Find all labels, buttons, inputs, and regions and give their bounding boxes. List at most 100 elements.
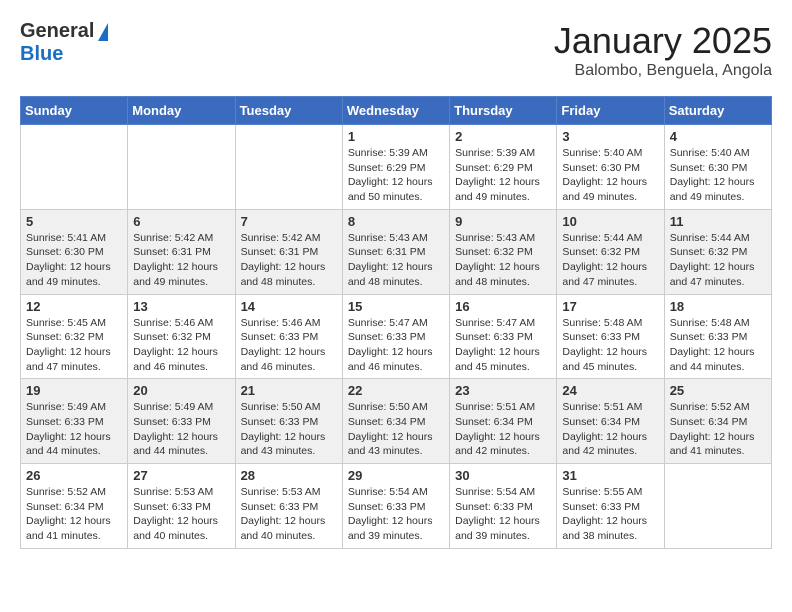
calendar-cell: 6 Sunrise: 5:42 AM Sunset: 6:31 PM Daylig…: [128, 209, 235, 294]
calendar-week-row: 1 Sunrise: 5:39 AM Sunset: 6:29 PM Daylig…: [21, 125, 772, 210]
day-info: Sunrise: 5:49 AM Sunset: 6:33 PM Dayligh…: [26, 400, 122, 459]
day-info: Sunrise: 5:55 AM Sunset: 6:33 PM Dayligh…: [562, 485, 658, 544]
calendar-cell: [235, 125, 342, 210]
logo: General Blue: [20, 20, 108, 66]
day-info: Sunrise: 5:45 AM Sunset: 6:32 PM Dayligh…: [26, 316, 122, 375]
col-header-friday: Friday: [557, 97, 664, 125]
calendar-cell: 24Sunrise: 5:51 AM Sunset: 6:34 PM Dayli…: [557, 379, 664, 464]
calendar-cell: 22 Sunrise: 5:50 AM Sunset: 6:34 PM Dayli…: [342, 379, 449, 464]
day-number: 15: [348, 299, 444, 314]
day-number: 2: [455, 129, 551, 144]
day-number: 4: [670, 129, 766, 144]
day-info: Sunrise: 5:54 AM Sunset: 6:33 PM Dayligh…: [348, 485, 444, 544]
day-info: Sunrise: 5:44 AM Sunset: 6:32 PM Dayligh…: [670, 231, 766, 290]
calendar-cell: 21Sunrise: 5:50 AM Sunset: 6:33 PM Dayli…: [235, 379, 342, 464]
day-info: Sunrise: 5:54 AM Sunset: 6:33 PM Dayligh…: [455, 485, 551, 544]
day-info: Sunrise: 5:43 AM Sunset: 6:32 PM Dayligh…: [455, 231, 551, 290]
day-number: 25: [670, 383, 766, 398]
day-info: Sunrise: 5:42 AM Sunset: 6:31 PM Dayligh…: [133, 231, 229, 290]
day-number: 10: [562, 214, 658, 229]
calendar-cell: 11 Sunrise: 5:44 AM Sunset: 6:32 PM Dayli…: [664, 209, 771, 294]
calendar-cell: 7 Sunrise: 5:42 AM Sunset: 6:31 PM Daylig…: [235, 209, 342, 294]
calendar-cell: 14 Sunrise: 5:46 AM Sunset: 6:33 PM Dayli…: [235, 294, 342, 379]
day-number: 26: [26, 468, 122, 483]
day-info: Sunrise: 5:53 AM Sunset: 6:33 PM Dayligh…: [133, 485, 229, 544]
day-number: 13: [133, 299, 229, 314]
day-number: 27: [133, 468, 229, 483]
calendar-cell: 16 Sunrise: 5:47 AM Sunset: 6:33 PM Dayli…: [450, 294, 557, 379]
day-number: 17: [562, 299, 658, 314]
day-info: Sunrise: 5:39 AM Sunset: 6:29 PM Dayligh…: [455, 146, 551, 205]
day-number: 19: [26, 383, 122, 398]
day-number: 14: [241, 299, 337, 314]
col-header-thursday: Thursday: [450, 97, 557, 125]
col-header-sunday: Sunday: [21, 97, 128, 125]
calendar-table: SundayMondayTuesdayWednesdayThursdayFrid…: [20, 96, 772, 549]
calendar-cell: 13Sunrise: 5:46 AM Sunset: 6:32 PM Dayli…: [128, 294, 235, 379]
calendar-cell: 8 Sunrise: 5:43 AM Sunset: 6:31 PM Daylig…: [342, 209, 449, 294]
calendar-cell: 4Sunrise: 5:40 AM Sunset: 6:30 PM Daylig…: [664, 125, 771, 210]
day-number: 3: [562, 129, 658, 144]
calendar-cell: 18 Sunrise: 5:48 AM Sunset: 6:33 PM Dayli…: [664, 294, 771, 379]
calendar-cell: 9Sunrise: 5:43 AM Sunset: 6:32 PM Daylig…: [450, 209, 557, 294]
day-info: Sunrise: 5:47 AM Sunset: 6:33 PM Dayligh…: [455, 316, 551, 375]
calendar-cell: 27 Sunrise: 5:53 AM Sunset: 6:33 PM Dayli…: [128, 464, 235, 549]
calendar-cell: 10 Sunrise: 5:44 AM Sunset: 6:32 PM Dayli…: [557, 209, 664, 294]
day-number: 11: [670, 214, 766, 229]
month-title: January 2025: [554, 20, 772, 62]
calendar-cell: 1 Sunrise: 5:39 AM Sunset: 6:29 PM Daylig…: [342, 125, 449, 210]
location-subtitle: Balombo, Benguela, Angola: [554, 62, 772, 80]
calendar-cell: [21, 125, 128, 210]
col-header-wednesday: Wednesday: [342, 97, 449, 125]
calendar-cell: 5Sunrise: 5:41 AM Sunset: 6:30 PM Daylig…: [21, 209, 128, 294]
day-number: 7: [241, 214, 337, 229]
calendar-cell: [128, 125, 235, 210]
day-number: 8: [348, 214, 444, 229]
day-number: 31: [562, 468, 658, 483]
logo-icon: [98, 23, 108, 41]
day-info: Sunrise: 5:47 AM Sunset: 6:33 PM Dayligh…: [348, 316, 444, 375]
calendar-cell: 3Sunrise: 5:40 AM Sunset: 6:30 PM Daylig…: [557, 125, 664, 210]
day-number: 12: [26, 299, 122, 314]
calendar-cell: 20 Sunrise: 5:49 AM Sunset: 6:33 PM Dayli…: [128, 379, 235, 464]
day-number: 28: [241, 468, 337, 483]
calendar-cell: 2 Sunrise: 5:39 AM Sunset: 6:29 PM Daylig…: [450, 125, 557, 210]
calendar-cell: [664, 464, 771, 549]
day-info: Sunrise: 5:49 AM Sunset: 6:33 PM Dayligh…: [133, 400, 229, 459]
calendar-cell: 23Sunrise: 5:51 AM Sunset: 6:34 PM Dayli…: [450, 379, 557, 464]
day-number: 20: [133, 383, 229, 398]
day-info: Sunrise: 5:44 AM Sunset: 6:32 PM Dayligh…: [562, 231, 658, 290]
calendar-week-row: 12 Sunrise: 5:45 AM Sunset: 6:32 PM Dayli…: [21, 294, 772, 379]
day-info: Sunrise: 5:39 AM Sunset: 6:29 PM Dayligh…: [348, 146, 444, 205]
day-number: 18: [670, 299, 766, 314]
calendar-cell: 15 Sunrise: 5:47 AM Sunset: 6:33 PM Dayli…: [342, 294, 449, 379]
calendar-cell: 17 Sunrise: 5:48 AM Sunset: 6:33 PM Dayli…: [557, 294, 664, 379]
title-section: January 2025 Balombo, Benguela, Angola: [554, 20, 772, 80]
logo-blue-text: Blue: [20, 43, 63, 66]
calendar-cell: 29 Sunrise: 5:54 AM Sunset: 6:33 PM Dayli…: [342, 464, 449, 549]
calendar-cell: 25Sunrise: 5:52 AM Sunset: 6:34 PM Dayli…: [664, 379, 771, 464]
calendar-cell: 28 Sunrise: 5:53 AM Sunset: 6:33 PM Dayli…: [235, 464, 342, 549]
day-info: Sunrise: 5:51 AM Sunset: 6:34 PM Dayligh…: [455, 400, 551, 459]
logo-general-text: General: [20, 20, 94, 43]
day-info: Sunrise: 5:46 AM Sunset: 6:33 PM Dayligh…: [241, 316, 337, 375]
col-header-monday: Monday: [128, 97, 235, 125]
calendar-cell: 31 Sunrise: 5:55 AM Sunset: 6:33 PM Dayli…: [557, 464, 664, 549]
day-info: Sunrise: 5:53 AM Sunset: 6:33 PM Dayligh…: [241, 485, 337, 544]
day-number: 29: [348, 468, 444, 483]
day-number: 22: [348, 383, 444, 398]
day-number: 1: [348, 129, 444, 144]
calendar-week-row: 26Sunrise: 5:52 AM Sunset: 6:34 PM Dayli…: [21, 464, 772, 549]
col-header-tuesday: Tuesday: [235, 97, 342, 125]
day-info: Sunrise: 5:41 AM Sunset: 6:30 PM Dayligh…: [26, 231, 122, 290]
day-info: Sunrise: 5:42 AM Sunset: 6:31 PM Dayligh…: [241, 231, 337, 290]
day-info: Sunrise: 5:48 AM Sunset: 6:33 PM Dayligh…: [670, 316, 766, 375]
day-number: 6: [133, 214, 229, 229]
calendar-week-row: 5Sunrise: 5:41 AM Sunset: 6:30 PM Daylig…: [21, 209, 772, 294]
day-info: Sunrise: 5:48 AM Sunset: 6:33 PM Dayligh…: [562, 316, 658, 375]
calendar-cell: 26Sunrise: 5:52 AM Sunset: 6:34 PM Dayli…: [21, 464, 128, 549]
day-number: 16: [455, 299, 551, 314]
day-info: Sunrise: 5:50 AM Sunset: 6:34 PM Dayligh…: [348, 400, 444, 459]
calendar-cell: 12 Sunrise: 5:45 AM Sunset: 6:32 PM Dayli…: [21, 294, 128, 379]
day-info: Sunrise: 5:43 AM Sunset: 6:31 PM Dayligh…: [348, 231, 444, 290]
